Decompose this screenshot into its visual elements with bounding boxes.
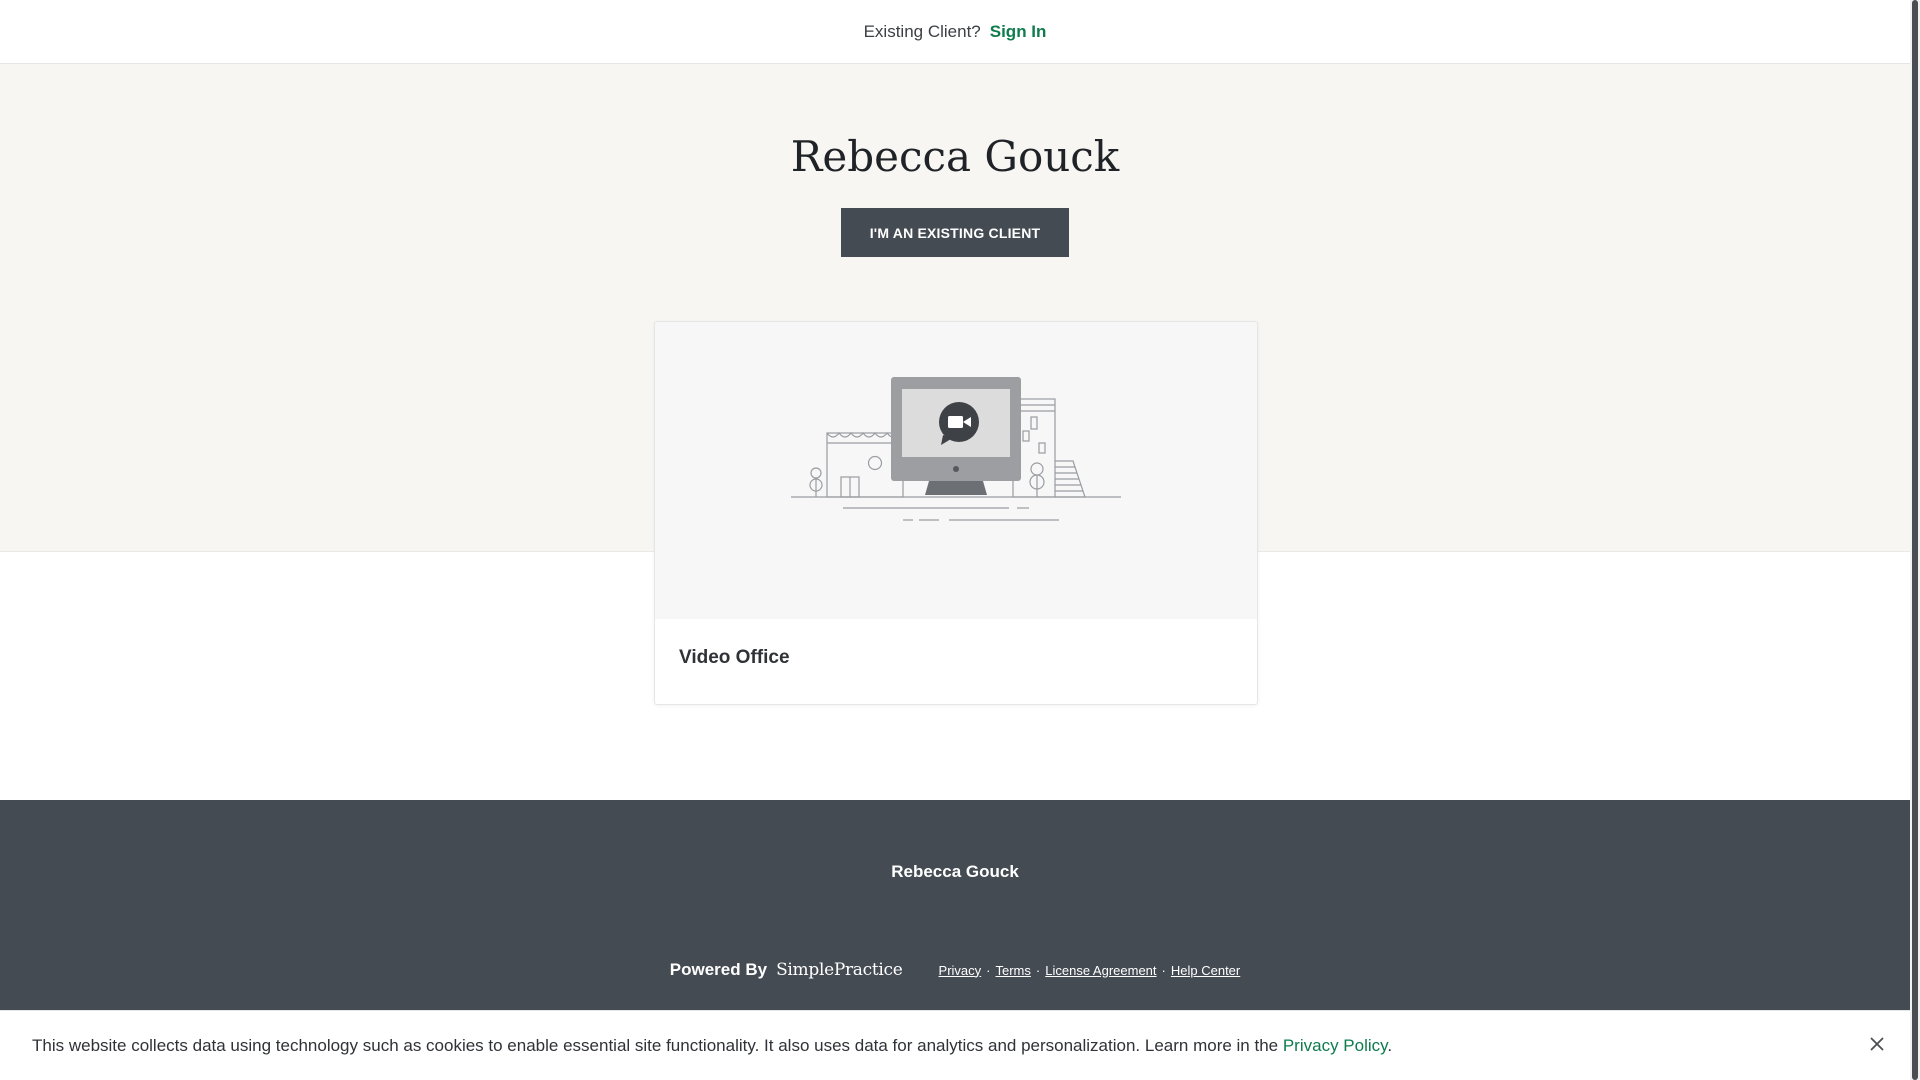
cookie-text-after: . [1387,1036,1393,1055]
scrollbar-thumb[interactable] [1912,0,1918,1080]
footer-bottom: Powered By SimplePractice Privacy · Term… [0,960,1910,980]
top-bar: Existing Client? Sign In [0,0,1910,64]
sign-in-link[interactable]: Sign In [990,22,1047,42]
license-agreement-link[interactable]: License Agreement [1045,963,1156,978]
footer-separator: · [1035,962,1041,978]
powered-by-label: Powered By [669,960,768,979]
help-center-link[interactable]: Help Center [1171,963,1240,978]
powered-by: Powered By SimplePractice [670,960,903,980]
footer-links: Privacy · Terms · License Agreement · He… [939,963,1241,978]
video-office-card[interactable]: Video Office [654,321,1258,705]
footer-separator: · [1161,962,1166,978]
page-title: Rebecca Gouck [790,132,1120,181]
privacy-policy-link[interactable]: Privacy Policy [1283,1036,1388,1055]
card-media [655,322,1257,619]
cookie-banner: This website collects data using technol… [0,1010,1910,1080]
close-cookie-banner-button[interactable] [1866,1033,1888,1055]
content: Existing Client? Sign In Rebecca Gouck I… [0,0,1910,1080]
footer-separator: · [986,962,991,978]
page: Existing Client? Sign In Rebecca Gouck I… [0,0,1920,1080]
existing-client-button[interactable]: I'M AN EXISTING CLIENT [841,208,1069,257]
footer-practice-name: Rebecca Gouck [891,862,1019,881]
privacy-link[interactable]: Privacy [939,963,982,978]
footer: Rebecca Gouck Powered By SimplePractice … [0,800,1910,1010]
card-title: Video Office [679,647,790,668]
terms-link[interactable]: Terms [996,963,1031,978]
scrollbar[interactable] [1910,0,1920,1080]
cookie-banner-text: This website collects data using technol… [32,1036,1392,1056]
close-icon [1870,1037,1884,1051]
simplepractice-logo[interactable]: SimplePractice [776,960,903,980]
existing-client-prompt: Existing Client? [863,21,981,41]
video-office-illustration [791,377,1121,521]
cookie-text-before: This website collects data using technol… [32,1036,1283,1055]
